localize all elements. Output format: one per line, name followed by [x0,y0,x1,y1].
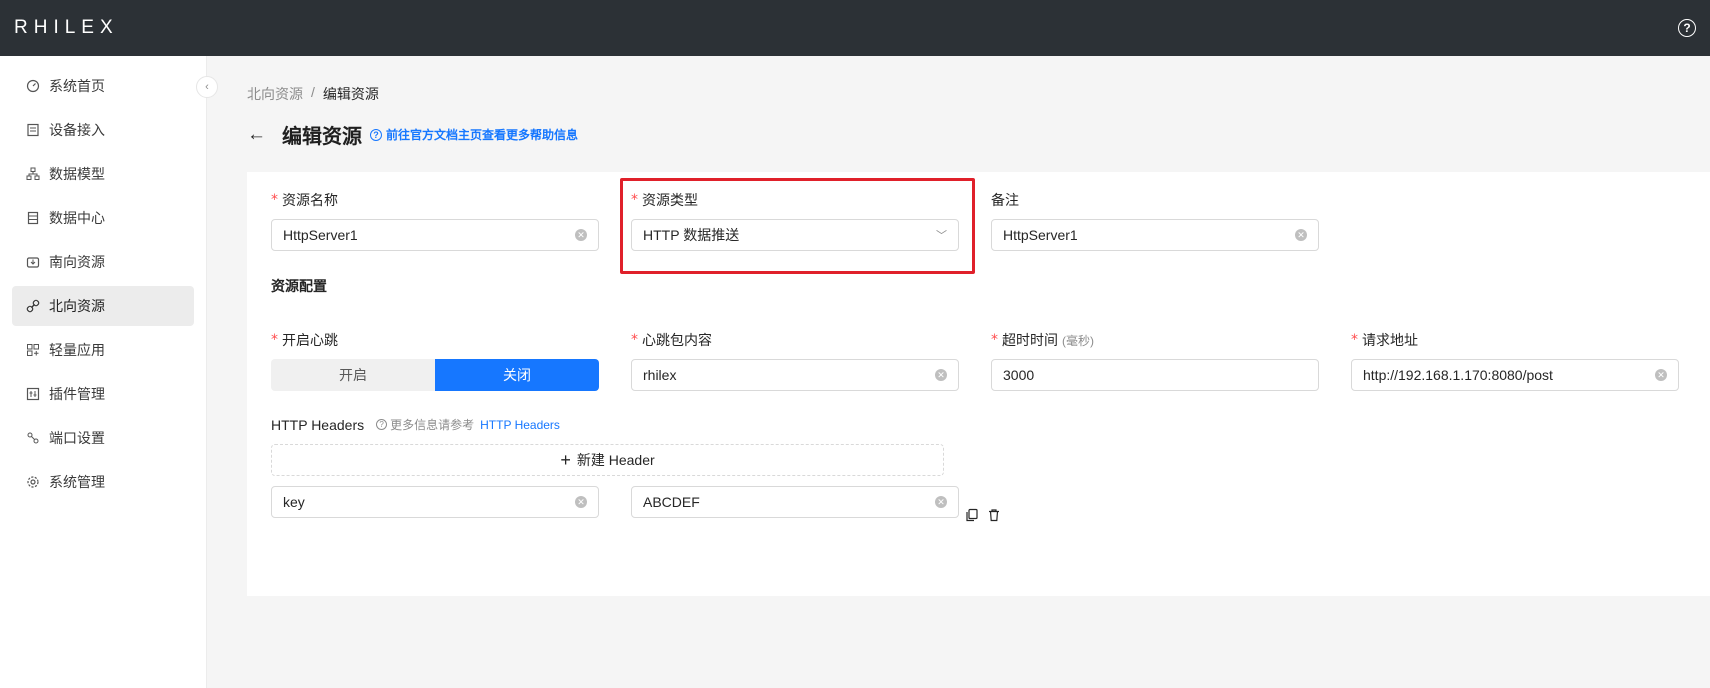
sidebar-item-plugins[interactable]: 插件管理 [12,374,194,414]
sidebar-item-label: 数据中心 [49,210,105,226]
sidebar-item-label: 系统首页 [49,78,105,94]
header-key-value: key [283,494,305,510]
page-title: 编辑资源 [282,126,362,148]
sidebar-item-system-settings[interactable]: 系统管理 [12,462,194,502]
clear-icon[interactable]: ✕ [1295,229,1307,241]
inbox-icon [26,255,40,269]
help-doc-link[interactable]: ? 前往官方文档主页查看更多帮助信息 [370,126,578,143]
add-header-button[interactable]: + 新建 Header [271,444,944,476]
port-icon [26,431,40,445]
http-headers-label: HTTP Headers [271,416,365,433]
heartbeat-content-field: * 心跳包内容 rhilex ✕ [631,330,959,391]
resource-name-input[interactable]: HttpServer1 ✕ [271,219,599,251]
app-logo[interactable]: RHILEX [14,17,119,39]
page-header: ← 编辑资源 ? 前往官方文档主页查看更多帮助信息 [247,120,578,149]
heartbeat-off-option[interactable]: 关闭 [435,359,599,391]
http-headers-hint: ? 更多信息请参考 [376,416,474,433]
top-bar: RHILEX ? [0,0,1710,56]
http-headers-label-row: HTTP Headers ? 更多信息请参考 HTTP Headers [271,416,560,433]
link-icon [26,299,40,313]
timeout-input[interactable]: 3000 [991,359,1319,391]
request-url-field: * 请求地址 http://192.168.1.170:8080/post ✕ [1351,330,1679,391]
sidebar-item-label: 设备接入 [49,122,105,138]
timeout-label: * 超时时间 (毫秒) [991,332,1094,348]
config-section-title: 资源配置 [271,278,327,294]
breadcrumb-separator: / [311,84,315,100]
dashboard-icon [26,79,40,93]
sidebar-item-label: 南向资源 [49,254,105,270]
timeout-field: * 超时时间 (毫秒) 3000 [991,330,1319,391]
chevron-left-icon[interactable]: ‹ [196,76,218,98]
heartbeat-field: * 开启心跳 开启 关闭 [271,330,599,391]
form-card: * 资源名称 HttpServer1 ✕ * 资源类型 HTTP 数据推送 ﹀ 备注… [247,172,1710,596]
plugin-icon [26,387,40,401]
sidebar-item-label: 系统管理 [49,474,105,490]
breadcrumb: 北向资源 / 编辑资源 [247,84,379,104]
database-icon [26,211,40,225]
heartbeat-content-label: * 心跳包内容 [631,332,712,348]
sidebar-item-devices[interactable]: 设备接入 [12,110,194,150]
clear-icon[interactable]: ✕ [935,496,947,508]
remark-value: HttpServer1 [1003,227,1078,243]
request-url-value: http://192.168.1.170:8080/post [1363,367,1553,383]
remark-label: 备注 [991,192,1019,208]
heartbeat-toggle: 开启 关闭 [271,359,599,391]
sidebar: 系统首页 设备接入 数据模型 数据中心 南向资源 北向资源 轻量应用 插件管理 … [0,56,207,688]
settings-icon [26,475,40,489]
header-row-actions [965,508,1001,525]
sidebar-item-north-resources[interactable]: 北向资源 [12,286,194,326]
timeout-value: 3000 [1003,367,1035,383]
breadcrumb-current: 编辑资源 [322,86,379,102]
question-circle-icon: ? [376,419,388,430]
sidebar-item-label: 端口设置 [49,430,105,446]
sidebar-item-south-resources[interactable]: 南向资源 [12,242,194,282]
remark-input[interactable]: HttpServer1 ✕ [991,219,1319,251]
sidebar-item-label: 轻量应用 [49,342,105,358]
request-url-input[interactable]: http://192.168.1.170:8080/post ✕ [1351,359,1679,391]
header-value-input[interactable]: ABCDEF ✕ [631,486,959,518]
breadcrumb-parent[interactable]: 北向资源 [247,84,303,104]
delete-icon[interactable] [987,508,1001,525]
question-circle-icon[interactable]: ? [1678,19,1696,37]
sidebar-item-label: 插件管理 [49,386,105,402]
header-key-field: key ✕ [271,486,599,518]
header-value-field: ABCDEF ✕ [631,486,959,518]
heartbeat-content-value: rhilex [643,367,677,383]
remark-field: 备注 HttpServer1 ✕ [991,190,1319,251]
clear-icon[interactable]: ✕ [575,496,587,508]
sidebar-item-port-settings[interactable]: 端口设置 [12,418,194,458]
apps-icon [26,343,40,357]
question-circle-icon: ? [370,128,382,141]
sidebar-item-light-apps[interactable]: 轻量应用 [12,330,194,370]
add-header-label: 新建 Header [576,452,655,468]
heartbeat-on-option[interactable]: 开启 [271,359,435,391]
http-headers-doc-link[interactable]: HTTP Headers [480,418,560,432]
sidebar-item-data-model[interactable]: 数据模型 [12,154,194,194]
sidebar-item-label: 数据模型 [49,166,105,182]
header-value-value: ABCDEF [643,494,700,510]
device-icon [26,123,40,137]
sidebar-item-home[interactable]: 系统首页 [12,66,194,106]
plus-icon: + [560,450,571,470]
resource-name-label: * 资源名称 [271,192,338,208]
arrow-left-icon[interactable]: ← [247,125,266,144]
clear-icon[interactable]: ✕ [1655,369,1667,381]
model-icon [26,167,40,181]
resource-name-field: * 资源名称 HttpServer1 ✕ [271,190,599,251]
copy-icon[interactable] [965,508,979,525]
sidebar-item-label: 北向资源 [49,298,105,314]
sidebar-item-data-center[interactable]: 数据中心 [12,198,194,238]
resource-name-value: HttpServer1 [283,227,358,243]
header-key-input[interactable]: key ✕ [271,486,599,518]
clear-icon[interactable]: ✕ [575,229,587,241]
help-doc-link-label: 前往官方文档主页查看更多帮助信息 [386,128,579,142]
heartbeat-content-input[interactable]: rhilex ✕ [631,359,959,391]
highlight-annotation-box [620,178,975,274]
request-url-label: * 请求地址 [1351,332,1418,348]
heartbeat-label: * 开启心跳 [271,332,338,348]
clear-icon[interactable]: ✕ [935,369,947,381]
